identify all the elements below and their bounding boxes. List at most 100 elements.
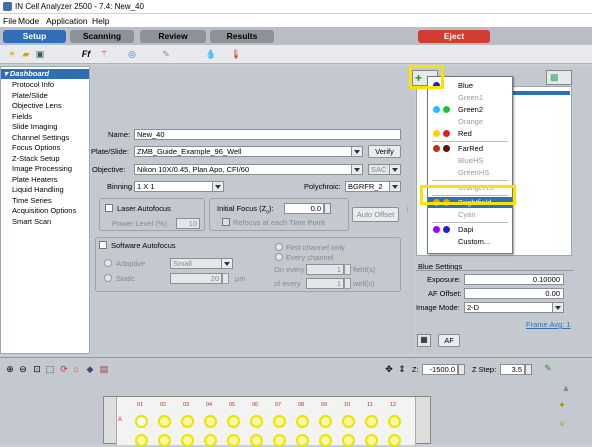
ff-icon[interactable]: Ff xyxy=(80,48,92,60)
well[interactable] xyxy=(365,415,378,428)
frame-avg-link[interactable]: Frame Avg: 1 xyxy=(526,320,570,329)
tab-review[interactable]: Review xyxy=(140,30,206,43)
home-icon[interactable]: ⌂ xyxy=(70,363,82,375)
plate-map[interactable]: A 01 02 03 04 05 06 07 08 09 10 11 12 xyxy=(103,396,431,447)
menu-mode[interactable]: Mode xyxy=(18,16,39,26)
sidebar-item-z-stack-setup[interactable]: Z-Stack Setup xyxy=(12,154,60,163)
well[interactable] xyxy=(388,434,401,447)
well[interactable] xyxy=(135,434,148,447)
sidebar-item-liquid-handling[interactable]: Liquid Handling xyxy=(12,185,64,194)
channel-menu-item-farred[interactable]: FarRed xyxy=(428,143,512,154)
well[interactable] xyxy=(181,415,194,428)
sidebar-item-objective-lens[interactable]: Objective Lens xyxy=(12,101,62,110)
up-arrow-icon[interactable]: ▲ xyxy=(560,382,572,394)
channel-options-button[interactable]: ▩ xyxy=(546,70,572,85)
sidebar-item-protocol-info[interactable]: Protocol Info xyxy=(12,80,54,89)
well[interactable] xyxy=(273,434,286,447)
refresh-icon[interactable]: ⟳ xyxy=(58,363,70,375)
image-mode-select[interactable]: 2-D xyxy=(464,302,564,313)
well[interactable] xyxy=(342,434,355,447)
z-spinner[interactable] xyxy=(458,364,465,375)
well[interactable] xyxy=(388,415,401,428)
menu-application[interactable]: Application xyxy=(46,16,88,26)
channel-menu-item-dapi[interactable]: Dapi xyxy=(428,224,512,235)
sidebar-item-time-series[interactable]: Time Series xyxy=(12,196,52,205)
on-every-spinner xyxy=(344,264,351,275)
plate-select[interactable]: ZMB_Guide_Example_96_Well xyxy=(134,146,363,157)
channel-menu-item-green2[interactable]: Green2 xyxy=(428,104,512,115)
image-icon[interactable]: ▦ xyxy=(417,334,431,347)
z-step-field[interactable]: 3.5 xyxy=(500,364,525,375)
objective-select[interactable]: Nikon 10X/0.45, Plan Apo, CFI/60 xyxy=(134,164,363,175)
thermometer-icon[interactable]: 🌡 xyxy=(230,48,242,60)
splitter-handle[interactable]: ⋮ xyxy=(404,205,411,215)
laser-af-checkbox[interactable] xyxy=(105,204,113,212)
tab-results[interactable]: Results xyxy=(210,30,274,43)
tool-icon-2[interactable]: ✧ xyxy=(556,418,568,430)
zoom-in-icon[interactable]: ⊕ xyxy=(4,363,16,375)
menu-help[interactable]: Help xyxy=(92,16,109,26)
sidebar-item-image-processing[interactable]: Image Processing xyxy=(12,164,72,173)
verify-button[interactable]: Verify xyxy=(368,145,401,158)
exposure-field[interactable]: 0.10000 xyxy=(464,274,564,285)
well[interactable] xyxy=(273,415,286,428)
af-button[interactable]: AF xyxy=(438,334,460,347)
updown-icon[interactable]: ⇕ xyxy=(396,363,408,375)
tab-scanning[interactable]: Scanning xyxy=(70,30,134,43)
new-protocol-icon[interactable]: ☀ xyxy=(6,48,18,60)
well[interactable] xyxy=(250,415,263,428)
well[interactable] xyxy=(227,415,240,428)
initial-focus-field[interactable]: 0.0 xyxy=(284,203,324,214)
polychroic-select[interactable]: BGRFR_2 xyxy=(345,181,401,192)
well[interactable] xyxy=(250,434,263,447)
tool-icon-1[interactable]: ✦ xyxy=(556,399,568,411)
target-icon[interactable]: ◎ xyxy=(126,48,138,60)
well[interactable] xyxy=(319,415,332,428)
select-icon[interactable]: ⬚ xyxy=(44,363,56,375)
nav-header[interactable]: ▾ Dashboard xyxy=(1,69,89,79)
z-step-spinner[interactable] xyxy=(525,364,532,375)
sidebar-item-fields[interactable]: Fields xyxy=(12,112,32,121)
sidebar-item-channel-settings[interactable]: Channel Settings xyxy=(12,133,69,142)
well[interactable] xyxy=(158,415,171,428)
z-field[interactable]: -1500.0 xyxy=(422,364,458,375)
well[interactable] xyxy=(135,415,148,428)
binning-select[interactable]: 1 X 1 xyxy=(134,181,224,192)
menu-file[interactable]: File xyxy=(3,16,17,26)
sidebar-item-acquisition-options[interactable]: Acquisition Options xyxy=(12,206,76,215)
sidebar-item-focus-options[interactable]: Focus Options xyxy=(12,143,60,152)
sidebar-item-slide-imaging[interactable]: Slide Imaging xyxy=(12,122,57,131)
sidebar-item-plate-slide[interactable]: Plate/Slide xyxy=(12,91,48,100)
well[interactable] xyxy=(319,434,332,447)
af-offset-field[interactable]: 0.00 xyxy=(464,288,564,299)
pen-icon[interactable]: ✎ xyxy=(160,48,172,60)
well[interactable] xyxy=(181,434,194,447)
layers-icon[interactable]: ◆ xyxy=(84,363,96,375)
arrange-icon[interactable]: ▤ xyxy=(98,363,110,375)
tab-setup[interactable]: Setup xyxy=(3,30,66,43)
pencil-icon[interactable]: ✎ xyxy=(542,362,554,374)
well[interactable] xyxy=(365,434,378,447)
well[interactable] xyxy=(342,415,355,428)
sidebar-item-plate-heaters[interactable]: Plate Heaters xyxy=(12,175,57,184)
channel-menu-item-custom[interactable]: Custom... xyxy=(428,236,512,247)
well[interactable] xyxy=(158,434,171,447)
well[interactable] xyxy=(204,434,217,447)
well[interactable] xyxy=(227,434,240,447)
eject-button[interactable]: Eject xyxy=(418,30,490,43)
filter-icon[interactable]: ⚚ xyxy=(98,48,110,60)
well[interactable] xyxy=(296,434,309,447)
save-icon[interactable]: ▣ xyxy=(34,48,46,60)
drop-icon[interactable]: 💧 xyxy=(205,48,217,60)
open-folder-icon[interactable]: ▰ xyxy=(20,48,32,60)
well[interactable] xyxy=(204,415,217,428)
channel-menu-item-red[interactable]: Red xyxy=(428,128,512,139)
zoom-fit-icon[interactable]: ⊡ xyxy=(31,363,43,375)
zoom-out-icon[interactable]: ⊖ xyxy=(17,363,29,375)
sidebar-item-smart-scan[interactable]: Smart Scan xyxy=(12,217,51,226)
initial-focus-spinner[interactable] xyxy=(324,203,331,214)
name-field[interactable]: New_40 xyxy=(134,129,401,140)
well[interactable] xyxy=(296,415,309,428)
software-af-checkbox[interactable] xyxy=(99,241,107,249)
move-icon[interactable]: ✥ xyxy=(383,363,395,375)
